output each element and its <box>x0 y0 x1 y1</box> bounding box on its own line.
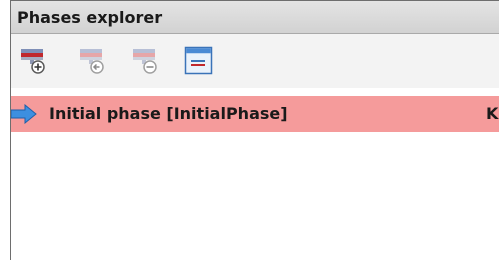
phase-extra-column: K <box>486 104 499 123</box>
phases-list: Initial phase [InitialPhase] K <box>11 88 499 261</box>
delete-phase-button[interactable] <box>132 46 162 76</box>
insert-phase-button[interactable] <box>79 46 109 76</box>
phases-toolbar <box>11 34 499 88</box>
arrow-right-icon <box>11 104 37 124</box>
window-properties-icon <box>184 46 213 75</box>
add-phase-button[interactable] <box>20 46 50 76</box>
panel-title-bar: Phases explorer <box>11 1 499 34</box>
panel-title: Phases explorer <box>17 8 163 27</box>
list-item[interactable]: Initial phase [InitialPhase] K <box>11 96 499 132</box>
table-insert-icon <box>80 49 104 74</box>
phase-name: Initial phase [InitialPhase] <box>49 104 288 123</box>
phases-explorer-panel: Phases explorer Initial phase [InitialPh… <box>10 0 499 261</box>
table-remove-icon <box>133 49 157 74</box>
phase-properties-button[interactable] <box>184 46 214 76</box>
table-add-icon <box>21 49 45 74</box>
